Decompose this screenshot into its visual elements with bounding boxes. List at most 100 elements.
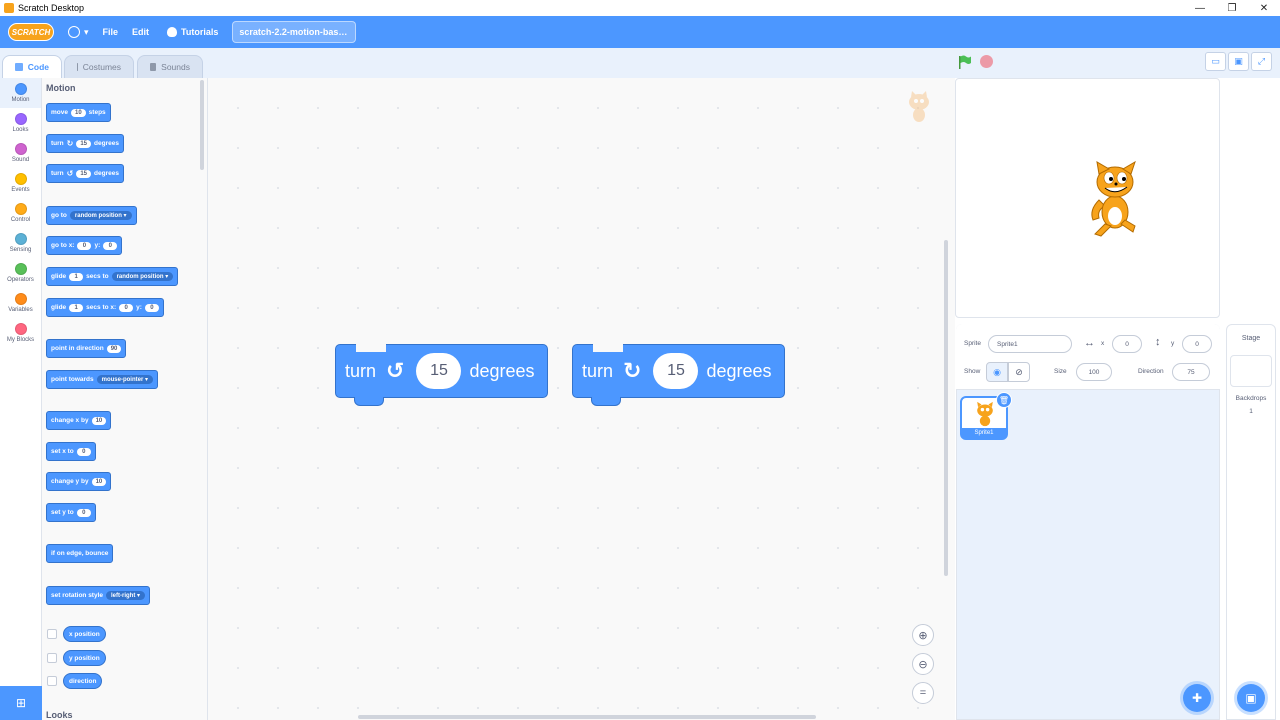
change-x-block[interactable]: change x by 10 — [46, 411, 112, 430]
direction-input[interactable]: 75 — [1172, 363, 1210, 381]
category-motion[interactable]: Motion — [0, 78, 41, 108]
window-title: Scratch Desktop — [18, 3, 85, 13]
workspace-turn-left-block[interactable]: turn ↺ 15 degrees — [335, 344, 548, 406]
category-label: Events — [11, 187, 30, 193]
stage-sprite-cat[interactable] — [1085, 160, 1145, 240]
block-number-input[interactable]: 0 — [103, 241, 118, 250]
tab-code[interactable]: Code — [2, 55, 62, 78]
degrees-input[interactable]: 15 — [653, 353, 699, 389]
category-control[interactable]: Control — [0, 198, 41, 228]
sprite-thumbnail-name: Sprite1 — [962, 428, 1006, 438]
y-position-checkbox[interactable] — [47, 653, 57, 663]
x-input[interactable]: 0 — [1112, 335, 1142, 353]
delete-sprite-button[interactable]: 🗑 — [996, 392, 1012, 408]
glide-to-block[interactable]: glide 1 secs to random position ▾ — [46, 267, 179, 286]
edit-menu[interactable]: Edit — [132, 27, 149, 37]
tab-sounds[interactable]: Sounds — [137, 55, 203, 78]
show-visible-button[interactable]: ◉ — [986, 362, 1008, 382]
script-workspace[interactable] — [208, 78, 955, 720]
block-dropdown[interactable]: random position ▾ — [69, 211, 132, 220]
project-title-input[interactable]: scratch-2.2-motion-basic-r... — [232, 21, 357, 43]
scratch-logo[interactable]: SCRATCH — [8, 23, 54, 41]
zoom-out-button[interactable]: ⊖ — [912, 653, 934, 675]
workspace-horizontal-scrollbar[interactable] — [358, 715, 816, 719]
stage-selector[interactable]: Stage Backdrops 1 — [1226, 324, 1276, 720]
category-looks[interactable]: Looks — [0, 108, 41, 138]
workspace-turn-right-block[interactable]: turn ↻ 15 degrees — [572, 344, 785, 406]
block-number-input[interactable]: 1 — [69, 303, 84, 312]
category-sound[interactable]: Sound — [0, 138, 41, 168]
block-number-input[interactable]: 0 — [76, 508, 91, 517]
maximize-button[interactable]: ❐ — [1216, 3, 1248, 14]
category-variables[interactable]: Variables — [0, 288, 41, 318]
block-text: secs to x: — [86, 304, 117, 311]
minimize-button[interactable]: — — [1184, 3, 1216, 14]
chevron-down-icon: ▾ — [84, 26, 89, 37]
block-number-input[interactable]: 10 — [91, 416, 107, 425]
block-dropdown[interactable]: left-right ▾ — [106, 591, 146, 600]
language-menu[interactable]: ▾ — [68, 26, 89, 38]
set-x-block[interactable]: set x to 0 — [46, 442, 96, 461]
y-position-reporter[interactable]: y position — [63, 650, 106, 666]
turn-left-block[interactable]: turn ↺ 15 degrees — [46, 164, 124, 183]
file-menu[interactable]: File — [103, 27, 119, 37]
show-hidden-button[interactable]: ⊘ — [1008, 362, 1030, 382]
choose-sprite-button[interactable]: ✚ — [1183, 684, 1211, 712]
sprite-name-input[interactable]: Sprite1 — [988, 335, 1072, 353]
choose-backdrop-button[interactable]: ▣ — [1237, 684, 1265, 712]
go-to-xy-block[interactable]: go to x: 0 y: 0 — [46, 236, 123, 255]
zoom-reset-button[interactable]: = — [912, 682, 934, 704]
stage-thumbnail[interactable] — [1230, 355, 1272, 387]
rotate-ccw-icon: ↺ — [66, 169, 74, 178]
go-to-block[interactable]: go to random position ▾ — [46, 206, 137, 225]
block-number-input[interactable]: 1 — [69, 272, 84, 281]
normal-stage-icon[interactable]: ▣ — [1228, 52, 1249, 71]
small-stage-icon[interactable]: ▭ — [1205, 52, 1226, 71]
tutorials-button[interactable]: Tutorials — [167, 27, 218, 37]
category-operators[interactable]: Operators — [0, 258, 41, 288]
direction-reporter[interactable]: direction — [63, 673, 103, 689]
turn-right-block[interactable]: turn ↻ 15 degrees — [46, 134, 124, 153]
point-in-direction-block[interactable]: point in direction 90 — [46, 339, 127, 358]
category-label: Motion — [11, 97, 30, 103]
category-sensing[interactable]: Sensing — [0, 228, 41, 258]
bounce-block[interactable]: if on edge, bounce — [46, 544, 114, 563]
degrees-input[interactable]: 15 — [416, 353, 462, 389]
palette-scrollbar[interactable] — [200, 80, 204, 170]
set-rotation-style-block[interactable]: set rotation style left-right ▾ — [46, 586, 151, 605]
glide-to-xy-block[interactable]: glide 1 secs to x: 0 y: 0 — [46, 298, 164, 317]
tab-costumes[interactable]: Costumes — [64, 55, 134, 78]
x-position-checkbox[interactable] — [47, 629, 57, 639]
point-towards-block[interactable]: point towards mouse-pointer ▾ — [46, 370, 158, 389]
category-events[interactable]: Events — [0, 168, 41, 198]
fullscreen-icon[interactable]: ⤢ — [1251, 52, 1272, 71]
block-dropdown[interactable]: mouse-pointer ▾ — [96, 375, 153, 384]
zoom-in-button[interactable]: ⊕ — [912, 624, 934, 646]
motion-dot-icon — [14, 83, 27, 95]
block-number-input[interactable]: 0 — [119, 303, 134, 312]
block-number-input[interactable]: 0 — [77, 241, 92, 250]
y-input[interactable]: 0 — [1182, 335, 1212, 353]
block-number-input[interactable]: 0 — [144, 303, 159, 312]
size-input[interactable]: 100 — [1076, 363, 1112, 381]
block-dropdown[interactable]: random position ▾ — [111, 272, 174, 281]
workspace-vertical-scrollbar[interactable] — [944, 240, 948, 576]
change-y-block[interactable]: change y by 10 — [46, 472, 112, 491]
category-my-blocks[interactable]: My Blocks — [0, 318, 41, 348]
direction-checkbox[interactable] — [47, 676, 57, 686]
add-extension-button[interactable]: ⊞ — [0, 686, 42, 720]
speaker-icon — [150, 63, 157, 71]
green-flag-icon[interactable] — [958, 55, 972, 69]
block-number-input[interactable]: 15 — [76, 139, 92, 148]
block-text: if on edge, bounce — [51, 550, 109, 557]
block-number-input[interactable]: 90 — [106, 344, 122, 353]
block-number-input[interactable]: 10 — [70, 108, 86, 117]
close-button[interactable]: ✕ — [1248, 3, 1280, 14]
block-number-input[interactable]: 10 — [91, 477, 107, 486]
block-number-input[interactable]: 0 — [76, 447, 91, 456]
x-position-reporter[interactable]: x position — [63, 626, 106, 642]
block-number-input[interactable]: 15 — [76, 169, 92, 178]
set-y-block[interactable]: set y to 0 — [46, 503, 96, 522]
stop-icon[interactable] — [980, 55, 993, 68]
move-steps-block[interactable]: move 10 steps — [46, 103, 111, 122]
